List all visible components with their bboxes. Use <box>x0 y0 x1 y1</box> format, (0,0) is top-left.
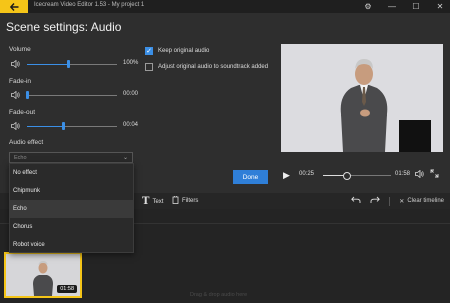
fade-out-slider-row: 00:04 <box>10 121 140 131</box>
window-title: Icecream Video Editor 1.53 - My project … <box>34 2 145 8</box>
volume-slider-row: 100% <box>10 59 140 69</box>
text-tool-label: Text <box>152 198 164 205</box>
seek-bar-knob[interactable] <box>343 171 351 180</box>
dropdown-option[interactable]: Echo <box>10 200 133 218</box>
volume-slider[interactable] <box>27 60 117 68</box>
minimize-button[interactable]: — <box>386 1 398 12</box>
back-button[interactable] <box>0 0 28 13</box>
adjust-original-audio-option[interactable]: Adjust original audio to soundtrack adde… <box>145 63 268 71</box>
video-clip[interactable]: 01:58 <box>4 252 82 298</box>
filters-tool-button[interactable]: Filters <box>172 196 198 206</box>
volume-slider-fill <box>27 63 68 65</box>
volume-icon[interactable] <box>415 169 424 180</box>
fade-out-value: 00:04 <box>123 122 139 128</box>
total-time: 01:58 <box>395 171 411 177</box>
filters-icon <box>172 196 179 206</box>
speaker-icon[interactable] <box>10 90 20 100</box>
presenter-video-frame <box>281 44 443 152</box>
maximize-button[interactable]: ☐ <box>410 1 422 12</box>
panel-title: Scene settings: Audio <box>6 20 122 34</box>
clear-timeline-label: Clear timeline <box>407 198 444 204</box>
keep-original-audio-option[interactable]: ✓ Keep original audio <box>145 47 209 55</box>
text-t-icon: T <box>142 196 150 207</box>
dropdown-option[interactable]: Chipmunk <box>10 182 133 200</box>
speaker-icon[interactable] <box>10 59 20 69</box>
fade-in-slider-thumb[interactable] <box>26 91 29 99</box>
audio-effect-select[interactable]: Echo ⌄ <box>9 152 133 163</box>
fade-in-value: 00:00 <box>123 91 139 97</box>
chevron-down-icon: ⌄ <box>122 155 128 161</box>
arrow-left-icon <box>9 2 18 11</box>
fade-in-slider-row: 00:00 <box>10 90 140 100</box>
keep-original-audio-label: Keep original audio <box>158 48 210 54</box>
dropdown-option[interactable]: No effect <box>10 164 133 182</box>
done-button[interactable]: Done <box>233 170 268 184</box>
filters-tool-label: Filters <box>182 198 199 204</box>
clear-timeline-button[interactable]: ✕ Clear timeline <box>399 198 444 205</box>
fade-in-label: Fade-in <box>9 78 32 85</box>
title-bar: Icecream Video Editor 1.53 - My project … <box>0 0 450 13</box>
speaker-icon[interactable] <box>10 121 20 131</box>
dropdown-option[interactable]: Robot voice <box>10 236 133 254</box>
text-tool-button[interactable]: T Text <box>142 196 163 207</box>
video-preview[interactable] <box>281 44 443 152</box>
clip-duration: 01:58 <box>57 285 77 293</box>
current-time: 00:25 <box>299 171 315 177</box>
fade-out-label: Fade-out <box>9 109 36 116</box>
fullscreen-icon[interactable] <box>430 169 439 180</box>
player-controls: ▶ 00:25 01:58 <box>281 169 443 181</box>
fade-out-slider-fill <box>27 125 63 127</box>
volume-slider-thumb[interactable] <box>67 60 70 68</box>
undo-icon[interactable] <box>351 196 361 206</box>
fade-in-slider[interactable] <box>26 91 117 99</box>
fade-out-slider[interactable] <box>27 122 117 130</box>
adjust-original-audio-label: Adjust original audio to soundtrack adde… <box>158 64 269 70</box>
volume-label: Volume <box>9 46 31 53</box>
volume-value: 100% <box>123 60 139 66</box>
audio-effect-label: Audio effect <box>9 139 44 146</box>
play-icon[interactable]: ▶ <box>283 170 290 181</box>
close-icon: ✕ <box>399 198 405 205</box>
dropdown-option[interactable]: Chorus <box>10 218 133 236</box>
close-button[interactable]: ✕ <box>434 1 446 12</box>
seek-bar[interactable] <box>323 171 391 180</box>
fade-out-slider-thumb[interactable] <box>62 122 65 130</box>
settings-gear-icon[interactable]: ⚙ <box>362 1 374 12</box>
redo-icon[interactable] <box>370 196 381 206</box>
audio-effect-selected-value: Echo <box>14 154 27 161</box>
keep-original-audio-checkbox[interactable]: ✓ <box>145 47 153 55</box>
audio-effect-dropdown: No effect Chipmunk Echo Chorus Robot voice <box>9 163 134 253</box>
audio-drop-hint: Drag & drop audio here <box>190 292 248 298</box>
adjust-original-audio-checkbox[interactable] <box>145 63 153 71</box>
separator <box>389 196 391 206</box>
